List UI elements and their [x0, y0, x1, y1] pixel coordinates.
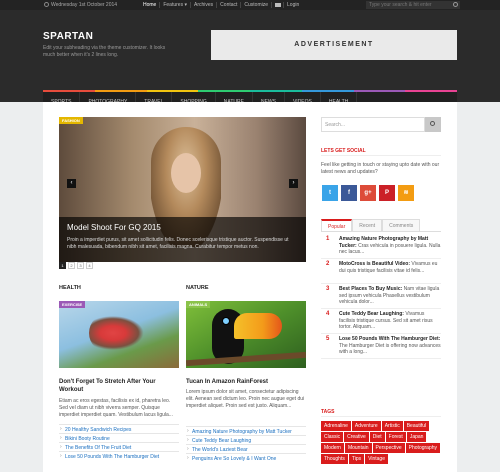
tag-item[interactable]: Beautiful [403, 421, 430, 431]
slider-page-2[interactable]: 2 [68, 262, 75, 269]
list-item[interactable]: Bikini Booty Routine [59, 433, 179, 442]
list-item[interactable]: 2 MotoCross is Beautiful Video: Vivamus e… [321, 259, 441, 284]
list-item[interactable]: The World's Laziest Bear [186, 444, 306, 453]
advertisement-banner[interactable]: ADVERTISEMENT [211, 30, 457, 60]
tag-cloud: Adrenaline Adventure Artistic Beautiful … [321, 421, 443, 464]
site-logo[interactable]: SPARTAN [43, 31, 93, 42]
slide-title[interactable]: Model Shoot For GQ 2015 [67, 223, 161, 232]
nature-category-badge[interactable]: ANIMALS [186, 301, 211, 308]
toucan-beak [234, 313, 282, 339]
tag-item[interactable]: Adrenaline [321, 421, 351, 431]
top-nav-customize[interactable]: Customize [240, 2, 271, 8]
top-nav-features[interactable]: Features ▾ [159, 2, 190, 8]
twitter-icon[interactable]: t [322, 185, 338, 201]
slider-page-3[interactable]: 3 [77, 262, 84, 269]
list-item[interactable]: The Benefits Of The Fruit Diet [59, 442, 179, 451]
top-bar: Wednesday 1st October 2014 Home Features… [0, 0, 500, 10]
list-item[interactable]: 3 Best Places To Buy Music: Nam vitae lig… [321, 284, 441, 309]
rss-icon[interactable]: ≋ [398, 185, 414, 201]
list-item[interactable]: 5 Lose 50 Pounds With The Hamburger Diet:… [321, 334, 441, 359]
tab-recent[interactable]: Recent [352, 219, 383, 231]
google-plus-icon[interactable]: g+ [360, 185, 376, 201]
health-related-list: 20 Healthy Sandwich Recipes Bikini Booty… [59, 424, 179, 460]
top-nav-contact[interactable]: Contact [216, 2, 240, 8]
tag-item[interactable]: Adventure [351, 421, 381, 431]
branch [186, 351, 306, 367]
health-category-badge[interactable]: EXERCISE [59, 301, 86, 308]
social-heading: LETS GET SOCIAL [321, 148, 366, 154]
slide-caption: Model Shoot For GQ 2015 Proin a imperdie… [59, 217, 306, 262]
list-item[interactable]: Penguins Are So Lovely & I Want One [186, 453, 306, 462]
tag-item[interactable]: Japan [406, 432, 427, 442]
list-item[interactable]: Cute Teddy Bear Laughing [186, 435, 306, 444]
health-post-excerpt: Etiam ac eros egestas, facilisis ex id, … [59, 398, 173, 418]
tag-item[interactable]: Modern [321, 443, 344, 453]
tab-comments[interactable]: Comments [382, 219, 421, 231]
date-display: Wednesday 1st October 2014 [44, 2, 117, 8]
sidebar-search-input[interactable]: Search... [321, 117, 425, 132]
slider-page-4[interactable]: 4 [86, 262, 93, 269]
sidebar-tabs: Popular Recent Comments [321, 219, 441, 232]
slider-page-1[interactable]: 1 [59, 262, 66, 269]
slide-image-face [171, 153, 201, 193]
clock-icon [44, 2, 49, 7]
top-search-input[interactable]: Type your search & hit enter [366, 1, 460, 9]
site-header: SPARTAN Edit your subheading via the the… [0, 10, 500, 112]
featured-slider[interactable]: FASHION ‹ › Model Shoot For GQ 2015 Proi… [59, 117, 306, 262]
top-nav-home[interactable]: Home [140, 2, 159, 8]
tag-item[interactable]: Vintage [365, 454, 388, 464]
health-post-image[interactable]: EXERCISE [59, 301, 179, 368]
tag-item[interactable]: Mountain [344, 443, 372, 453]
tag-item[interactable]: Thoughts [321, 454, 348, 464]
toucan-eye [222, 317, 230, 325]
tag-item[interactable]: Photography [405, 443, 441, 453]
slide-excerpt: Proin a imperdiet purus, sit amet sollic… [67, 237, 289, 250]
search-icon [430, 121, 435, 126]
tag-item[interactable]: Forest [385, 432, 406, 442]
nature-post-image[interactable]: ANIMALS [186, 301, 306, 368]
top-navigation: Home Features ▾ Archives Contact Customi… [140, 2, 305, 8]
popular-posts-list: 1 Amazing Nature Photography by Matt Tuck… [321, 234, 441, 359]
tag-item[interactable]: Diet [369, 432, 385, 442]
exercise-photo [89, 313, 149, 353]
tab-popular[interactable]: Popular [321, 219, 353, 231]
search-icon[interactable] [453, 2, 458, 7]
tag-item[interactable]: Classic [321, 432, 344, 442]
divider [321, 155, 441, 156]
list-item[interactable]: Amazing Nature Photography by Matt Tucke… [186, 426, 306, 435]
sidebar-search-button[interactable] [425, 117, 441, 132]
health-post-title[interactable]: Don't Forget To Stretch After Your Worko… [59, 378, 179, 394]
list-item[interactable]: 4 Cute Teddy Bear Laughing: Vivamus facil… [321, 309, 441, 334]
pinterest-icon[interactable]: P [379, 185, 395, 201]
nature-post-excerpt: Lorem ipsum dolor sit amet, consectetur … [186, 389, 305, 409]
tags-heading: TAGS [321, 409, 335, 415]
tag-item[interactable]: Perspective [372, 443, 405, 453]
nature-related-list: Amazing Nature Photography by Matt Tucke… [186, 426, 306, 462]
list-item[interactable]: 1 Amazing Nature Photography by Matt Tuck… [321, 234, 441, 259]
slider-next-button[interactable]: › [289, 179, 298, 188]
tag-item[interactable]: Creative [344, 432, 369, 442]
main-content: FASHION ‹ › Model Shoot For GQ 2015 Proi… [43, 102, 457, 472]
nature-post-title[interactable]: Tucan In Amazon RainForest [186, 378, 306, 386]
slide-category-badge[interactable]: FASHION [59, 117, 83, 124]
top-nav-login[interactable]: Login [271, 2, 305, 8]
site-tagline: Edit your subheading via the theme custo… [43, 45, 166, 58]
social-description: Feel like getting in touch or staying up… [321, 162, 440, 175]
top-nav-archives[interactable]: Archives [189, 2, 216, 8]
slider-pagination: 1 2 3 4 [59, 262, 93, 269]
divider [321, 416, 441, 417]
tag-item[interactable]: Artistic [381, 421, 403, 431]
facebook-icon[interactable]: f [341, 185, 357, 201]
section-heading-nature: NATURE [186, 285, 209, 291]
tag-item[interactable]: Tips [348, 454, 365, 464]
section-heading-health: HEALTH [59, 285, 81, 291]
list-item[interactable]: 20 Healthy Sandwich Recipes [59, 424, 179, 433]
slider-prev-button[interactable]: ‹ [67, 179, 76, 188]
lock-icon [275, 3, 282, 7]
list-item[interactable]: Lose 50 Pounds With The Hamburger Diet [59, 451, 179, 460]
